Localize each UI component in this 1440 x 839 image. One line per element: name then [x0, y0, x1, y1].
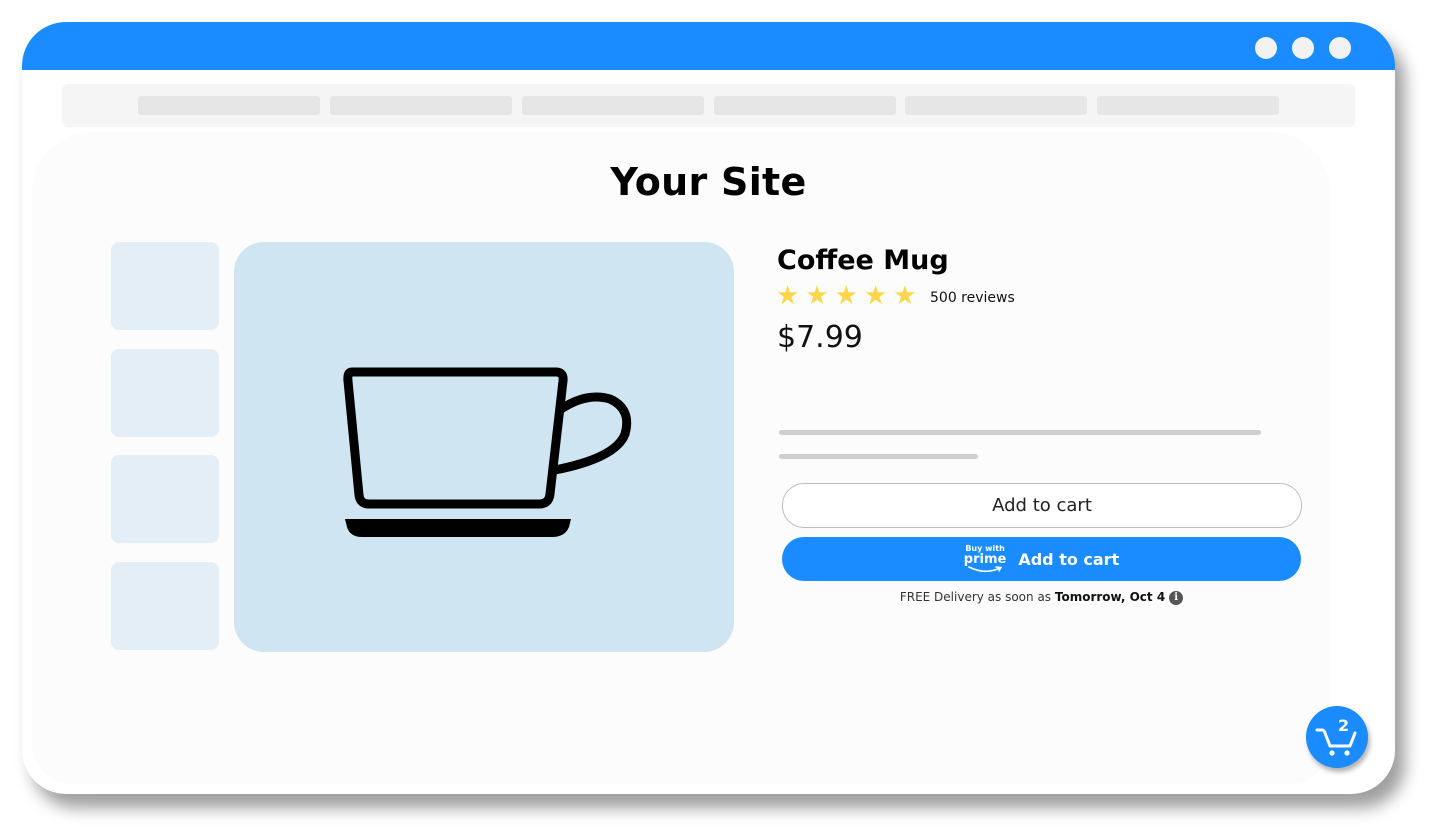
star-icon: ★: [834, 281, 858, 311]
nav-item-placeholder[interactable]: [330, 96, 512, 115]
star-icon: ★: [776, 281, 800, 311]
gallery-thumbnail[interactable]: [111, 455, 219, 543]
description-placeholder-line: [779, 430, 1261, 435]
gallery-thumbnail[interactable]: [111, 242, 219, 330]
gallery-thumbnail[interactable]: [111, 349, 219, 437]
cart-count-badge: 2: [1338, 716, 1350, 735]
star-icon: ★: [893, 281, 917, 311]
shopping-cart-icon: [1315, 728, 1357, 756]
nav-bar: [62, 84, 1355, 127]
star-icon: ★: [863, 281, 888, 311]
buy-with-prime-button[interactable]: Buy with prime Add to cart: [782, 537, 1301, 581]
description-placeholder-line: [779, 454, 978, 459]
prime-logo-icon: Buy with prime: [963, 545, 1007, 573]
reviews-link[interactable]: 500 reviews: [930, 290, 1015, 306]
delivery-date: Tomorrow, Oct 4: [1054, 590, 1166, 604]
site-title: Your Site: [610, 160, 807, 204]
product-price: $7.99: [777, 320, 863, 355]
nav-item-placeholder[interactable]: [522, 96, 704, 115]
window-control-dot[interactable]: [1329, 37, 1351, 59]
prime-wordmark: prime: [963, 552, 1007, 567]
prime-add-to-cart-label: Add to cart: [1018, 549, 1120, 569]
product-title: Coffee Mug: [777, 245, 949, 276]
gallery-thumbnail[interactable]: [111, 562, 219, 650]
cart-button[interactable]: 2: [1306, 706, 1368, 768]
star-rating: ★ ★ ★ ★ ★: [776, 282, 917, 310]
prime-smile-icon: [968, 566, 1003, 573]
title-bar: [22, 22, 1395, 70]
nav-item-placeholder[interactable]: [138, 96, 320, 115]
window-control-dot[interactable]: [1255, 37, 1277, 59]
nav-item-placeholder[interactable]: [905, 96, 1087, 115]
coffee-cup-icon: [343, 367, 632, 537]
product-image: [234, 242, 734, 652]
browser-window: Your Site Coffee Mug ★ ★ ★ ★ ★ 500 revie…: [22, 22, 1395, 794]
window-control-dot[interactable]: [1292, 37, 1314, 59]
nav-item-placeholder[interactable]: [1097, 96, 1279, 115]
add-to-cart-label: Add to cart: [992, 495, 1092, 516]
add-to-cart-button[interactable]: Add to cart: [782, 483, 1302, 528]
nav-item-placeholder[interactable]: [714, 96, 896, 115]
delivery-prefix: FREE Delivery as soon as: [899, 590, 1055, 604]
star-icon: ★: [805, 281, 829, 311]
delivery-info: FREE Delivery as soon as Tomorrow, Oct 4…: [782, 590, 1301, 605]
info-icon[interactable]: i: [1169, 590, 1184, 605]
